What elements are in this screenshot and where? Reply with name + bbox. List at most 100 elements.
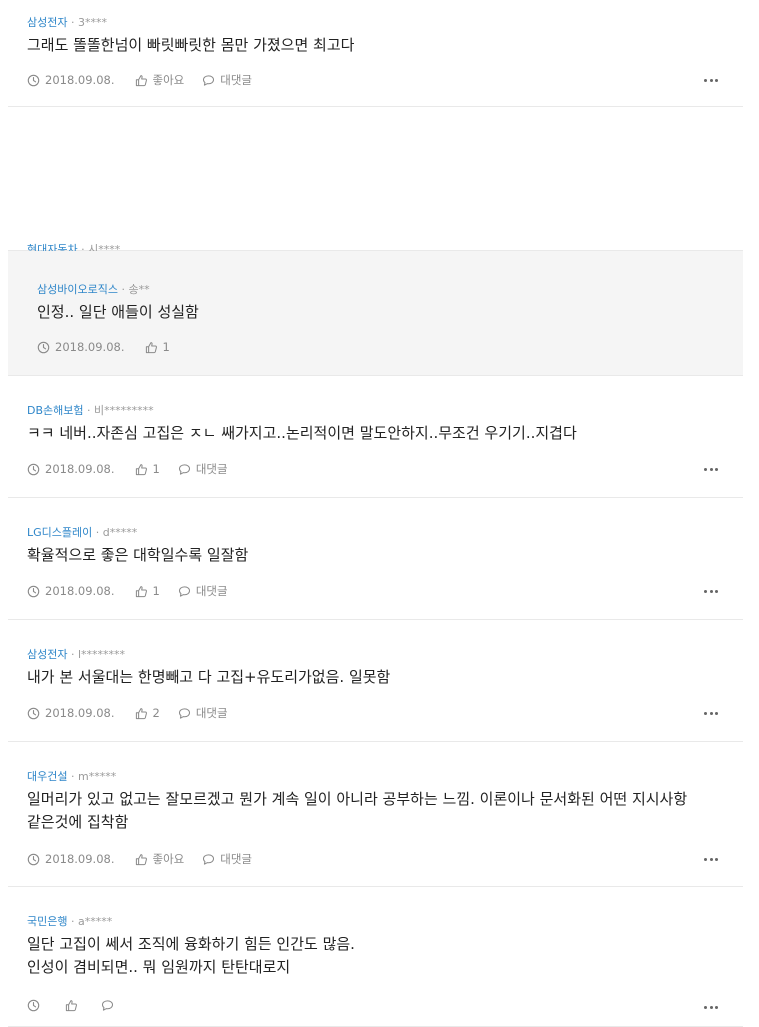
like-button[interactable]: 좋아요 — [135, 72, 185, 88]
reply-button[interactable]: 대댓글 — [178, 705, 228, 721]
date-text: 2018.09.08. — [45, 462, 115, 476]
date-text: 2018.09.08. — [55, 340, 125, 354]
comment-text: 내가 본 서울대는 한명빼고 다 고집+유도리가없음. 일못함 — [27, 666, 723, 689]
thumbs-up-icon — [65, 999, 78, 1012]
reply-button[interactable]: 대댓글 — [202, 851, 252, 867]
comment-date: 2018.09.08. — [37, 340, 125, 354]
thumbs-up-icon — [135, 707, 148, 720]
like-button[interactable]: 2 — [135, 706, 160, 720]
comment-header: 국민은행 · a***** — [27, 913, 112, 929]
company-name[interactable]: DB손해보험 — [27, 404, 84, 417]
comment-header: 대우건설 · m***** — [27, 768, 116, 784]
clock-icon — [27, 585, 40, 598]
clock-icon — [27, 999, 40, 1012]
author-id: · m***** — [70, 770, 117, 783]
company-name[interactable]: 대우건설 — [27, 770, 67, 783]
comment-text-line: 그래도 똘똘한넘이 빠릿빠릿한 몸만 가졌으면 최고다 — [27, 36, 355, 54]
ellipsis-icon[interactable] — [704, 77, 718, 83]
company-name[interactable]: 삼성전자 — [27, 648, 67, 661]
comment-meta — [27, 999, 119, 1012]
like-label: 좋아요 — [152, 73, 185, 87]
comment-date: 2018.09.08. — [27, 462, 115, 476]
comment-item: 국민은행 · a***** 일단 고집이 쎄서 조직에 융화하기 힘든 인간도 많… — [8, 887, 743, 1027]
speech-bubble-icon — [202, 853, 215, 866]
comment-item: 삼성전자 · l******** 내가 본 서울대는 한명빼고 다 고집+유도리가… — [8, 620, 743, 742]
comment-text-line: 일머리가 있고 없고는 잘모르겠고 뭔가 계속 일이 아니라 공부하는 느낌. … — [27, 790, 688, 808]
like-label: 2 — [152, 706, 160, 720]
reply-label: 대댓글 — [220, 73, 252, 87]
company-name[interactable]: LG디스플레이 — [27, 526, 92, 539]
comment-text-line: 일단 고집이 쎄서 조직에 융화하기 힘든 인간도 많음. — [27, 935, 355, 953]
speech-bubble-icon — [202, 74, 215, 87]
like-label: 1 — [152, 584, 160, 598]
comment-date: 2018.09.08. — [27, 706, 115, 720]
like-button[interactable]: 1 — [135, 584, 160, 598]
comment-text: 일머리가 있고 없고는 잘모르겠고 뭔가 계속 일이 아니라 공부하는 느낌. … — [27, 788, 723, 834]
speech-bubble-icon — [178, 585, 191, 598]
like-button[interactable]: 1 — [135, 462, 160, 476]
comment-list: 삼성전자 · 3**** 그래도 똘똘한넘이 빠릿빠릿한 몸만 가졌으면 최고다 2… — [0, 0, 759, 1027]
author-id: · 송** — [121, 283, 150, 296]
like-button[interactable]: 1 — [145, 340, 170, 354]
clock-icon — [27, 463, 40, 476]
ellipsis-icon[interactable] — [704, 1004, 718, 1010]
author-id: · 비********* — [87, 404, 154, 417]
comment-text: 확율적으로 좋은 대학일수록 일잘함 — [27, 544, 723, 567]
comment-text: 그래도 똘똘한넘이 빠릿빠릿한 몸만 가졌으면 최고다 — [27, 34, 723, 57]
comment-date: 2018.09.08. — [27, 852, 115, 866]
reply-label: 대댓글 — [220, 852, 252, 866]
clock-icon — [27, 707, 40, 720]
company-name[interactable]: 삼성바이오로직스 — [37, 283, 118, 296]
thumbs-up-icon — [135, 853, 148, 866]
comment-header: LG디스플레이 · d***** — [27, 524, 137, 540]
reply-button[interactable]: 대댓글 — [178, 583, 228, 599]
ellipsis-icon[interactable] — [704, 466, 718, 472]
comment-text: 일단 고집이 쎄서 조직에 융화하기 힘든 인간도 많음. 인성이 겸비되면.. … — [27, 933, 723, 979]
reply-button[interactable]: 대댓글 — [202, 72, 252, 88]
ellipsis-icon[interactable] — [704, 588, 718, 594]
comment-text-line: ㅋㅋ 네버..자존심 고집은 ㅈㄴ 쌔가지고..논리적이면 말도안하지..무조건… — [27, 424, 577, 442]
ellipsis-icon[interactable] — [704, 856, 718, 862]
company-name[interactable]: 국민은행 — [27, 915, 67, 928]
comment-meta: 2018.09.08. 1 — [37, 340, 170, 354]
comment-item: 삼성전자 · 3**** 그래도 똘똘한넘이 빠릿빠릿한 몸만 가졌으면 최고다 2… — [8, 0, 743, 107]
comment-item: DB손해보험 · 비********* ㅋㅋ 네버..자존심 고집은 ㅈㄴ 쌔가지… — [8, 376, 743, 498]
comment-text-line: 인성이 겸비되면.. 뭐 임원까지 탄탄대로지 — [27, 958, 291, 976]
comment-date: 2018.09.08. — [27, 73, 115, 87]
date-text: 2018.09.08. — [45, 706, 115, 720]
comment-meta: 2018.09.08. 2 대댓글 — [27, 705, 228, 721]
reply-comment: 삼성바이오로직스 · 송** 인정.. 일단 애들이 성실함 2018.09.08.… — [8, 251, 743, 376]
author-id: · a***** — [70, 915, 113, 928]
comment-text: 인정.. 일단 애들이 성실함 — [37, 301, 723, 324]
ellipsis-icon[interactable] — [704, 710, 718, 716]
comment-text-line: 같은것에 집착함 — [27, 813, 129, 831]
clock-icon — [27, 74, 40, 87]
thumbs-up-icon — [135, 463, 148, 476]
author-id: · d***** — [95, 526, 138, 539]
comment-text-line: 확율적으로 좋은 대학일수록 일잘함 — [27, 546, 249, 564]
like-button[interactable] — [65, 999, 83, 1012]
date-text: 2018.09.08. — [45, 73, 115, 87]
clock-icon — [37, 341, 50, 354]
like-label: 1 — [162, 340, 170, 354]
thumbs-up-icon — [135, 74, 148, 87]
comment-date — [27, 999, 45, 1012]
reply-button[interactable] — [101, 999, 119, 1012]
like-label: 1 — [152, 462, 160, 476]
author-id: · l******** — [70, 648, 126, 661]
comment-item: 대우건설 · m***** 일머리가 있고 없고는 잘모르겠고 뭔가 계속 일이 … — [8, 742, 743, 887]
comment-text: ㅋㅋ 네버..자존심 고집은 ㅈㄴ 쌔가지고..논리적이면 말도안하지..무조건… — [27, 422, 723, 445]
speech-bubble-icon — [101, 999, 114, 1012]
like-button[interactable]: 좋아요 — [135, 851, 184, 867]
author-id: · 3**** — [70, 16, 107, 29]
comment-item: 현대자동차 · 시****서울대는 전부 다 뛰어나지는 않겠지만다른 대학은 … — [8, 107, 743, 340]
speech-bubble-icon — [178, 707, 191, 720]
comment-header: 삼성전자 · 3**** — [27, 14, 107, 30]
speech-bubble-icon — [178, 463, 191, 476]
comment-meta: 2018.09.08. 1 대댓글 — [27, 583, 228, 599]
reply-label: 대댓글 — [195, 706, 228, 720]
company-name[interactable]: 삼성전자 — [27, 16, 67, 29]
comment-item: LG디스플레이 · d***** 확율적으로 좋은 대학일수록 일잘함 2018.0… — [8, 498, 743, 620]
reply-label: 대댓글 — [195, 584, 228, 598]
reply-button[interactable]: 대댓글 — [178, 461, 228, 477]
